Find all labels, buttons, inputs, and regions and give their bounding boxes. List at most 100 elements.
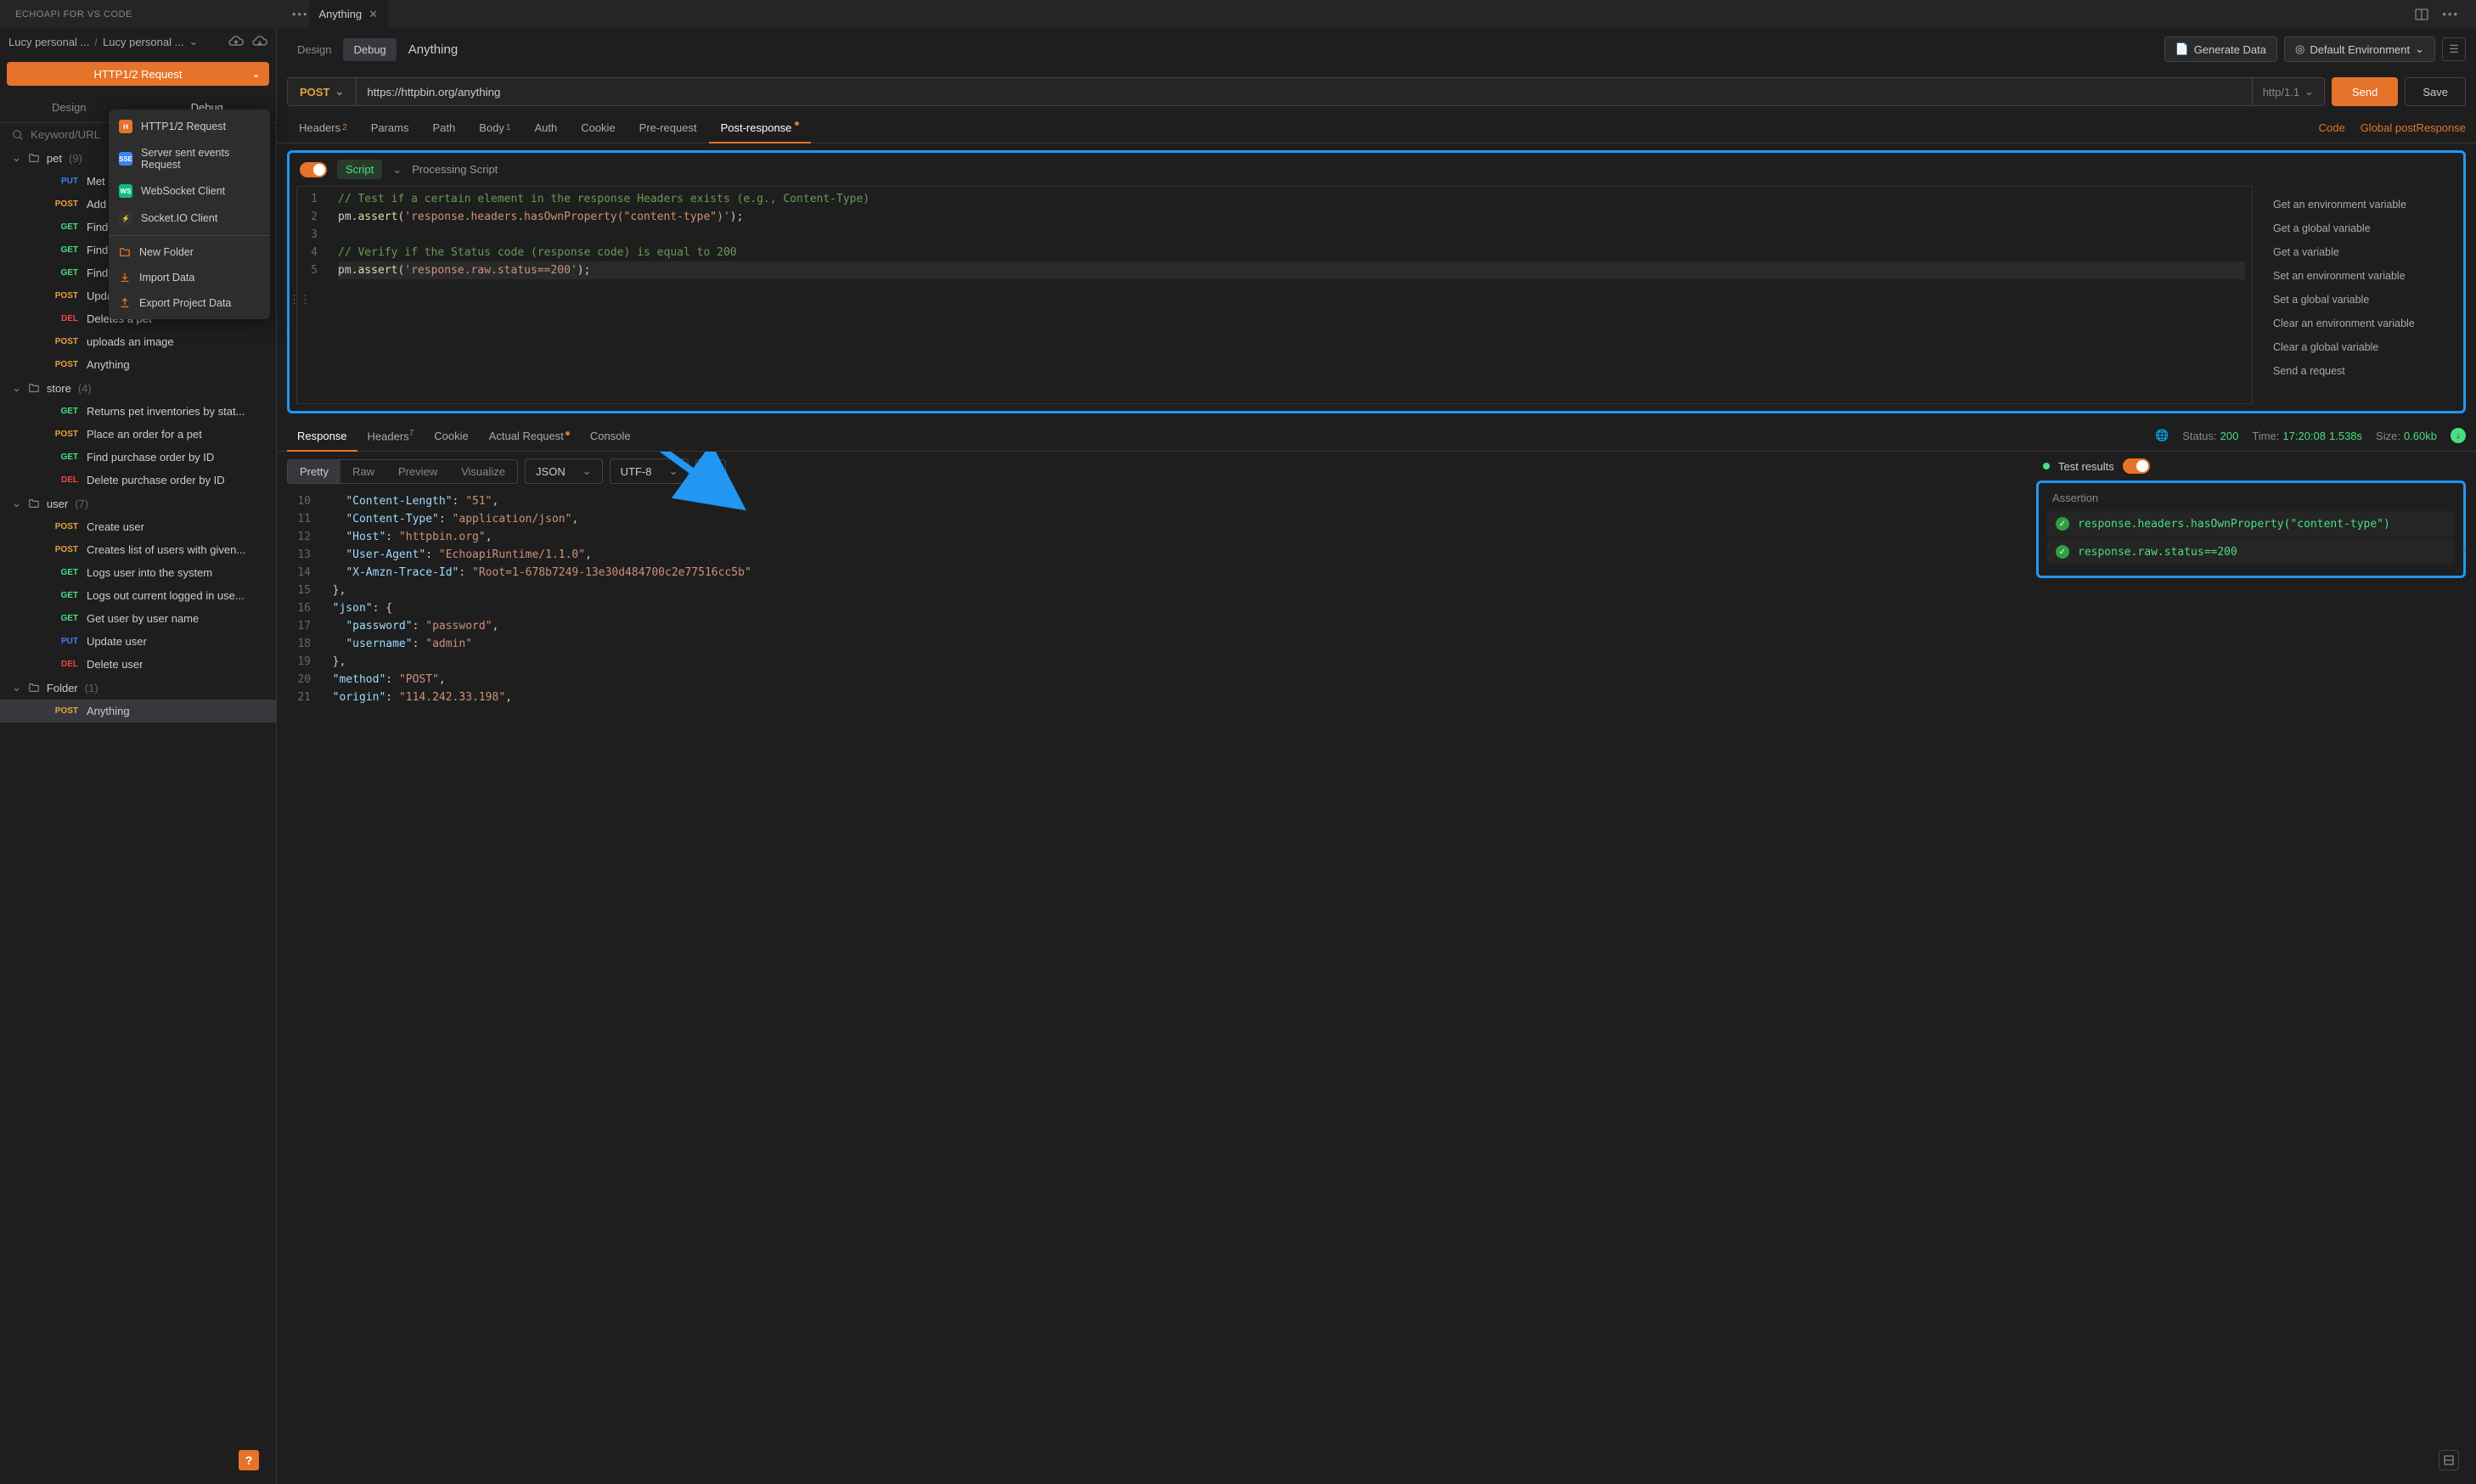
mode-tab-design[interactable]: Design xyxy=(287,38,341,61)
tree-item[interactable]: POSTAnything xyxy=(0,353,276,376)
dropdown-item-sse[interactable]: SSE Server sent events Request xyxy=(109,140,270,177)
breadcrumb[interactable]: Lucy personal ... / Lucy personal ... ⌄ xyxy=(8,35,222,48)
tab-headers[interactable]: Headers2 xyxy=(287,113,359,143)
drag-handle-icon[interactable]: ⋮⋮ xyxy=(289,293,311,306)
cloud-upload-icon[interactable] xyxy=(228,36,244,48)
breadcrumb-workspace[interactable]: Lucy personal ... xyxy=(8,36,89,48)
resp-tab-response[interactable]: Response xyxy=(287,421,357,451)
cloud-download-icon[interactable] xyxy=(252,36,267,48)
snippet-item[interactable]: Clear a global variable xyxy=(2259,335,2463,359)
format-tab-pretty[interactable]: Pretty xyxy=(288,460,340,483)
snippet-item[interactable]: Get a global variable xyxy=(2259,216,2463,240)
new-request-button[interactable]: HTTP1/2 Request ⌄ xyxy=(7,62,269,86)
resp-tab-cookie[interactable]: Cookie xyxy=(424,421,478,451)
tab-postresponse[interactable]: Post-response xyxy=(709,113,812,143)
mode-tab-debug[interactable]: Debug xyxy=(343,38,396,61)
resp-tab-console[interactable]: Console xyxy=(580,421,641,451)
help-button[interactable]: ? xyxy=(239,1450,259,1470)
tree-item[interactable]: DELDelete user xyxy=(0,653,276,676)
environment-select[interactable]: ◎ Default Environment ⌄ xyxy=(2284,37,2435,62)
check-icon: ✓ xyxy=(2056,517,2069,531)
generate-data-button[interactable]: 📄 Generate Data xyxy=(2164,37,2277,62)
tree-item[interactable]: POSTAnything xyxy=(0,700,276,722)
tab-body[interactable]: Body1 xyxy=(467,113,522,143)
script-type-button[interactable]: Script xyxy=(337,160,382,179)
tree-item[interactable]: POSTuploads an image xyxy=(0,330,276,353)
breadcrumb-project[interactable]: Lucy personal ... xyxy=(103,36,183,48)
snippet-item[interactable]: Clear an environment variable xyxy=(2259,312,2463,335)
snippet-item[interactable]: Get an environment variable xyxy=(2259,193,2463,216)
response-body-view[interactable]: "Content-Length": "51", "Content-Type": … xyxy=(319,491,2026,1484)
copy-button[interactable] xyxy=(695,459,726,483)
send-button[interactable]: Send xyxy=(2332,77,2398,106)
target-icon: ◎ xyxy=(2295,42,2304,56)
tab-path[interactable]: Path xyxy=(421,113,468,143)
url-input[interactable] xyxy=(357,78,2251,105)
test-results-label: Test results xyxy=(2058,460,2114,473)
tree-item[interactable]: DELDelete purchase order by ID xyxy=(0,469,276,492)
download-icon[interactable]: ↓ xyxy=(2451,428,2466,443)
snippet-item[interactable]: Send a request xyxy=(2259,359,2463,383)
more-icon[interactable]: ••• xyxy=(2442,8,2459,20)
tab-prerequest[interactable]: Pre-request xyxy=(627,113,709,143)
dropdown-item-export[interactable]: Export Project Data xyxy=(109,290,270,316)
split-editor-icon[interactable] xyxy=(2415,8,2428,21)
tree-item[interactable]: GETFind purchase order by ID xyxy=(0,446,276,469)
tab-cookie[interactable]: Cookie xyxy=(569,113,627,143)
list-icon[interactable]: ☰ xyxy=(2442,37,2466,61)
format-select[interactable]: JSON⌄ xyxy=(525,458,603,484)
dropdown-item-http[interactable]: H HTTP1/2 Request xyxy=(109,113,270,140)
tab-params[interactable]: Params xyxy=(359,113,421,143)
script-label: Processing Script xyxy=(412,163,498,176)
tab-label: Anything xyxy=(319,8,363,20)
tree-folder-user[interactable]: ⌄user (7) xyxy=(0,492,276,515)
format-tab-raw[interactable]: Raw xyxy=(340,460,386,483)
snippet-item[interactable]: Set an environment variable xyxy=(2259,264,2463,288)
tree-folder-store[interactable]: ⌄store (4) xyxy=(0,376,276,400)
tree-folder-Folder[interactable]: ⌄Folder (1) xyxy=(0,676,276,700)
chevron-down-icon[interactable]: ⌄ xyxy=(189,35,198,48)
globe-icon[interactable]: 🌐 xyxy=(2155,429,2169,442)
new-request-dropdown: H HTTP1/2 Request SSE Server sent events… xyxy=(109,110,270,319)
export-icon xyxy=(119,297,131,309)
dropdown-item-new-folder[interactable]: New Folder xyxy=(109,239,270,265)
tab-auth[interactable]: Auth xyxy=(522,113,569,143)
encoding-select[interactable]: UTF-8⌄ xyxy=(610,458,689,484)
socketio-icon: ⚡ xyxy=(119,211,132,225)
save-button[interactable]: Save xyxy=(2405,77,2466,106)
tree-item[interactable]: GETLogs user into the system xyxy=(0,561,276,584)
tree-item[interactable]: GETLogs out current logged in use... xyxy=(0,584,276,607)
app-title: ECHOAPI FOR VS CODE xyxy=(0,9,148,20)
dropdown-item-websocket[interactable]: WS WebSocket Client xyxy=(109,177,270,205)
tree-item[interactable]: GETReturns pet inventories by stat... xyxy=(0,400,276,423)
method-select[interactable]: POST ⌄ xyxy=(288,78,357,105)
resp-tab-headers[interactable]: Headers7 xyxy=(357,420,425,451)
global-postresponse-link[interactable]: Global postResponse xyxy=(2361,121,2466,134)
protocol-select[interactable]: http/1.1 ⌄ xyxy=(2252,78,2324,105)
script-toggle[interactable] xyxy=(300,162,327,177)
more-icon[interactable]: ••• xyxy=(292,8,309,20)
tree-item[interactable]: PUTUpdate user xyxy=(0,630,276,653)
chevron-down-icon[interactable]: ⌄ xyxy=(251,67,261,81)
snippet-item[interactable]: Get a variable xyxy=(2259,240,2463,264)
close-icon[interactable]: ✕ xyxy=(369,8,378,21)
snippet-item[interactable]: Set a global variable xyxy=(2259,288,2463,312)
tree-item[interactable]: POSTCreate user xyxy=(0,515,276,538)
tree-item[interactable]: GETGet user by user name xyxy=(0,607,276,630)
dropdown-item-socketio[interactable]: ⚡ Socket.IO Client xyxy=(109,205,270,232)
format-tab-preview[interactable]: Preview xyxy=(386,460,449,483)
expand-icon[interactable] xyxy=(2439,1450,2459,1470)
resp-tab-actual[interactable]: Actual Request xyxy=(479,421,580,451)
import-icon xyxy=(119,272,131,284)
snippet-list: Get an environment variableGet a global … xyxy=(2259,186,2463,411)
code-link[interactable]: Code xyxy=(2319,121,2345,134)
dropdown-item-import[interactable]: Import Data xyxy=(109,265,270,290)
tree-item[interactable]: POSTPlace an order for a pet xyxy=(0,423,276,446)
format-tab-visualize[interactable]: Visualize xyxy=(449,460,517,483)
chevron-down-icon[interactable]: ⌄ xyxy=(392,163,402,177)
test-results-toggle[interactable] xyxy=(2123,458,2150,474)
status-dot-icon xyxy=(2043,463,2050,469)
tree-item[interactable]: POSTCreates list of users with given... xyxy=(0,538,276,561)
script-editor[interactable]: // Test if a certain element in the resp… xyxy=(331,187,2252,403)
top-tab[interactable]: Anything ✕ xyxy=(309,0,389,28)
